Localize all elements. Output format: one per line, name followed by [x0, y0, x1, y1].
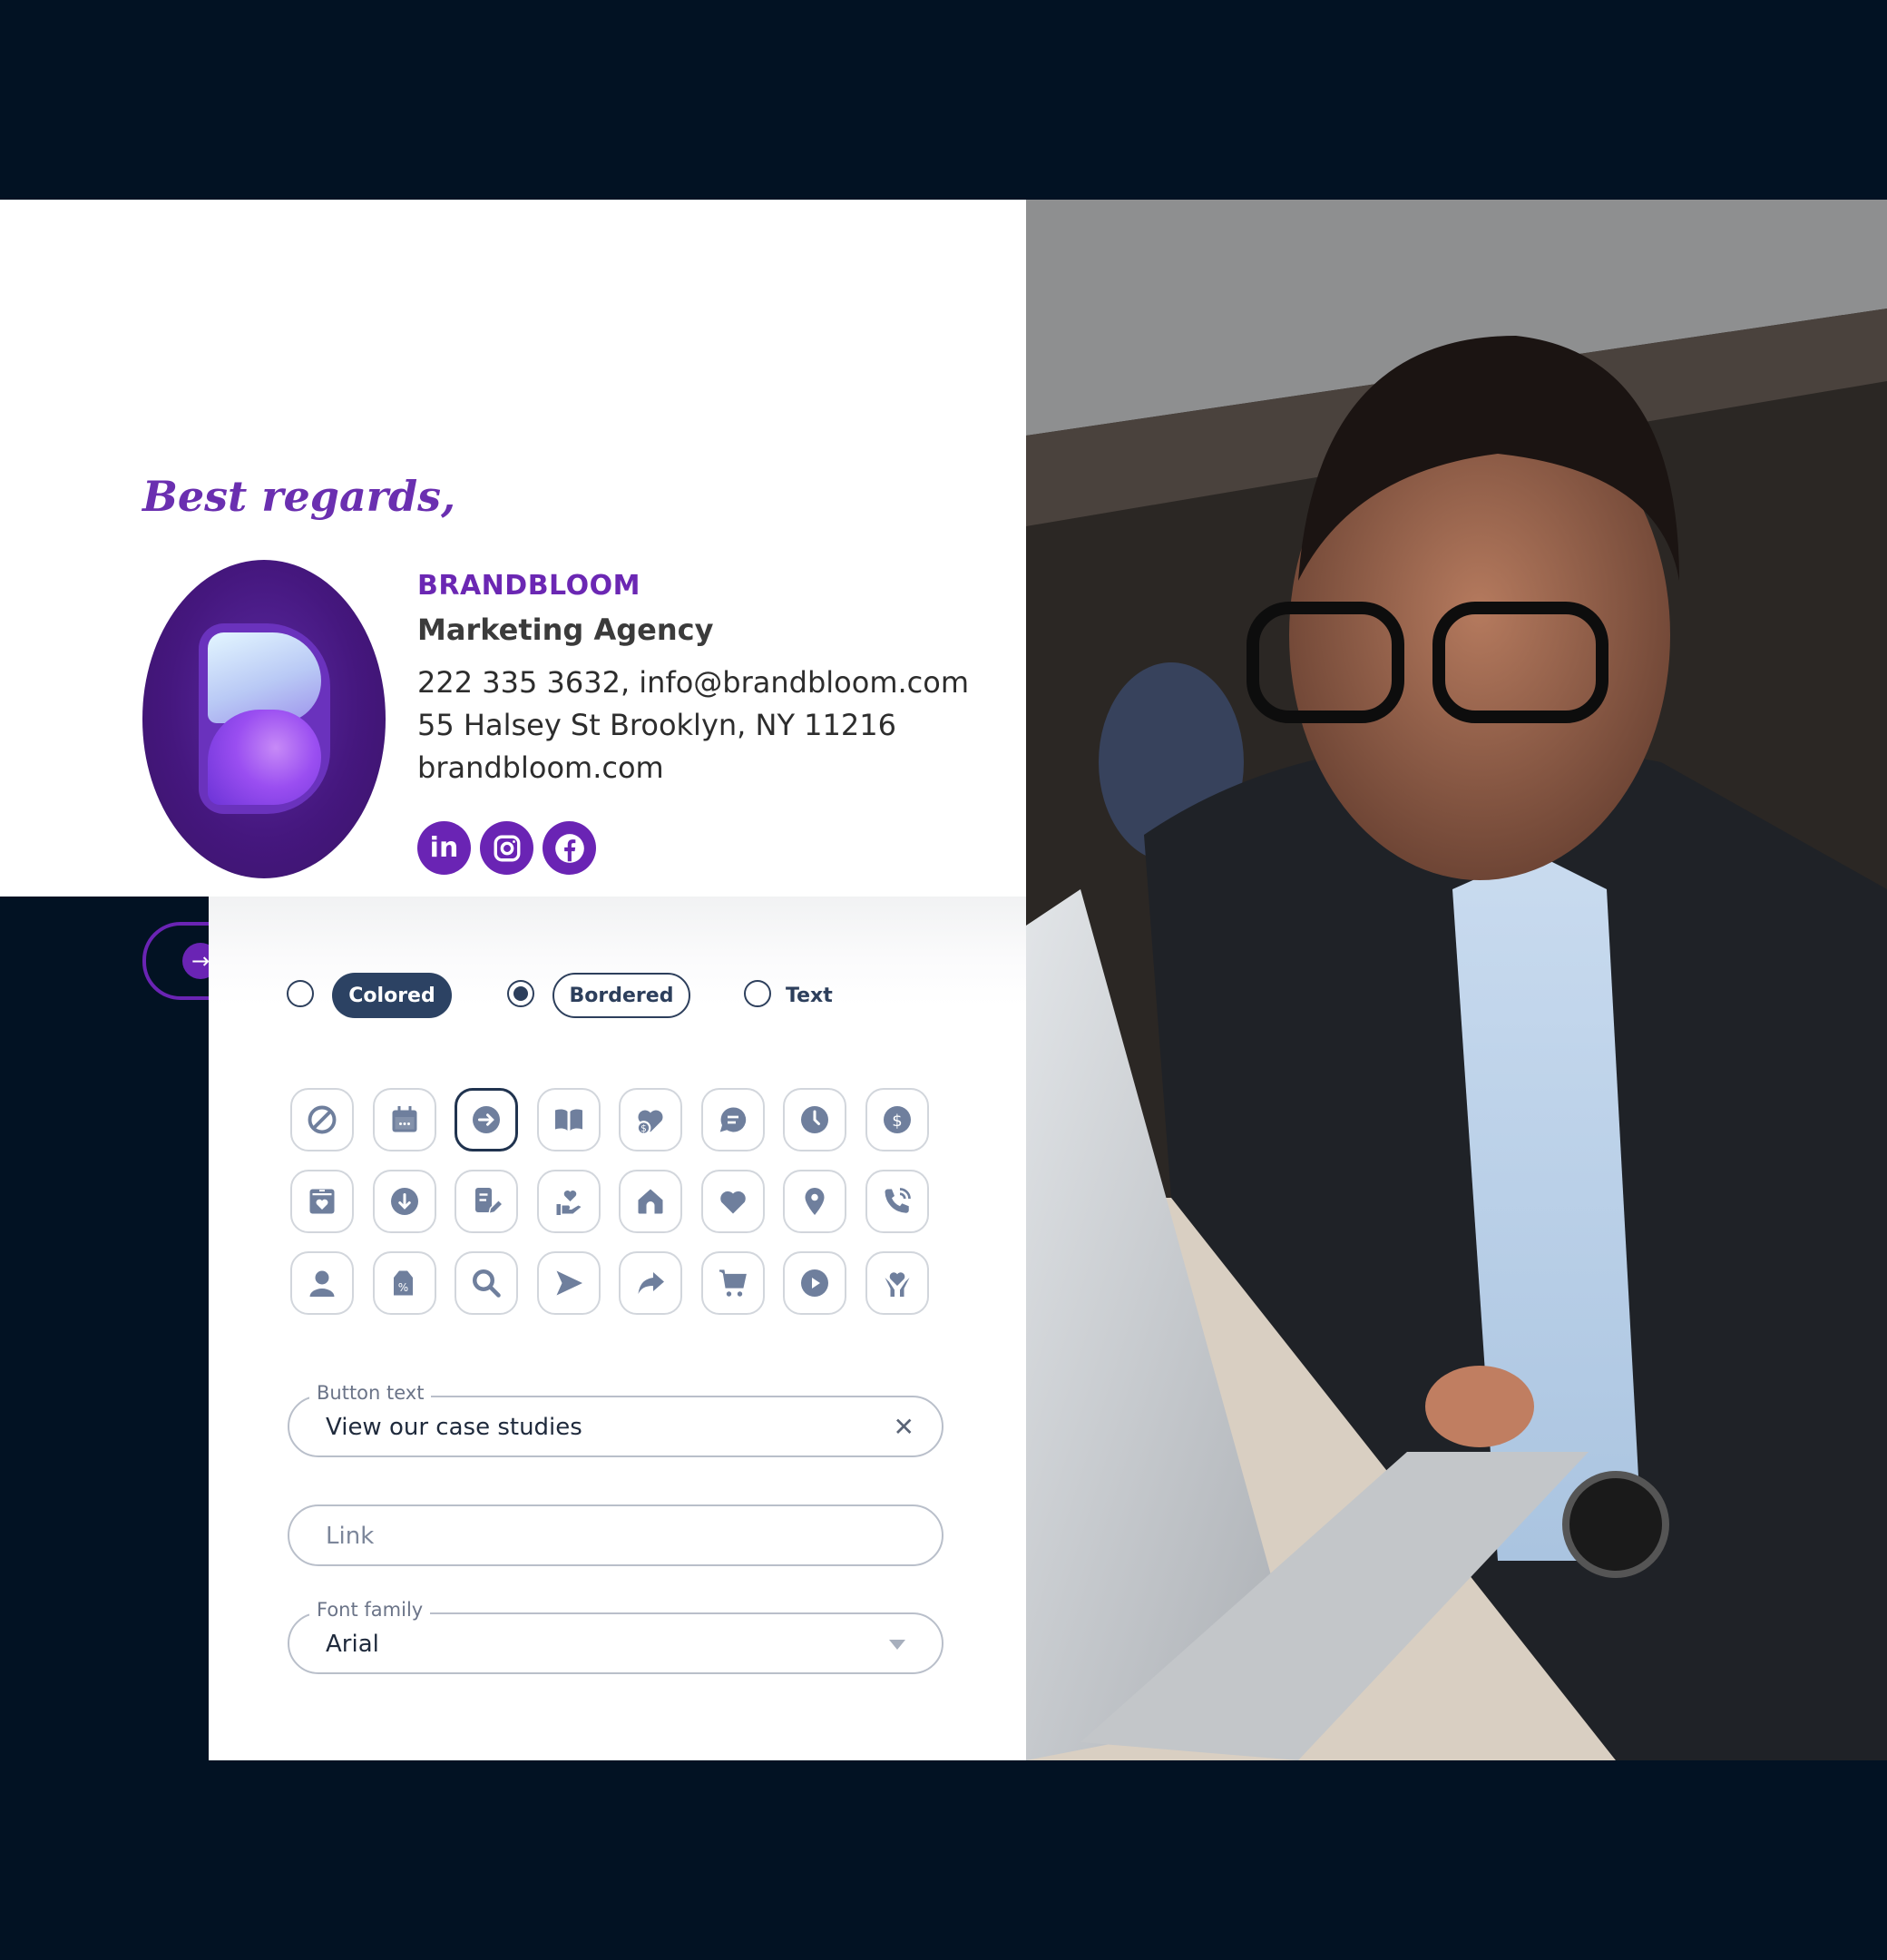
none-icon[interactable] — [290, 1088, 354, 1152]
brand-logo — [142, 560, 386, 878]
clock-icon[interactable] — [783, 1088, 846, 1152]
arrow-down-circle-icon[interactable] — [372, 1170, 436, 1233]
svg-text:%: % — [397, 1281, 407, 1294]
price-tag-percent-icon[interactable]: % — [372, 1251, 436, 1315]
radio-bordered[interactable] — [507, 980, 534, 1007]
website-link[interactable]: brandbloom.com — [417, 747, 969, 789]
style-bordered-label[interactable]: Bordered — [552, 973, 690, 1018]
svg-text:$: $ — [640, 1123, 647, 1134]
style-colored-label[interactable]: Colored — [332, 973, 452, 1018]
font-family-label: Font family — [309, 1599, 431, 1621]
company-name: BRANDBLOOM — [417, 570, 640, 602]
phone-call-icon[interactable] — [865, 1170, 929, 1233]
greeting-text: Best regards, — [142, 472, 456, 521]
radio-colored[interactable] — [287, 980, 314, 1007]
svg-text:$: $ — [892, 1112, 902, 1131]
calendar-icon[interactable] — [372, 1088, 436, 1152]
email-signature-preview: Best regards, BRANDBLOOM Marketing Agenc… — [0, 200, 1026, 1000]
button-text-field[interactable]: Button text View our case studies ✕ — [288, 1382, 944, 1457]
link-input[interactable]: Link — [326, 1523, 374, 1550]
clear-icon[interactable]: ✕ — [894, 1412, 914, 1442]
arrow-right-circle-icon[interactable] — [455, 1088, 518, 1152]
heart-dollar-icon[interactable]: $ — [619, 1088, 682, 1152]
gift-box-heart-icon[interactable] — [290, 1170, 354, 1233]
user-icon[interactable] — [290, 1251, 354, 1315]
icon-picker: $ $ % — [290, 1088, 929, 1315]
share-arrow-icon[interactable] — [619, 1251, 682, 1315]
book-open-icon[interactable] — [536, 1088, 601, 1152]
contact-line: 222 335 3632, info@brandbloom.com — [417, 665, 970, 700]
home-icon[interactable] — [619, 1170, 682, 1233]
linkedin-icon[interactable]: in — [417, 821, 471, 875]
company-tagline: Marketing Agency — [417, 612, 714, 647]
button-text-input[interactable]: View our case studies — [326, 1414, 582, 1441]
social-links: in — [417, 821, 596, 875]
style-text-label[interactable]: Text — [786, 973, 858, 1018]
hands-heart-icon[interactable] — [865, 1251, 929, 1315]
map-pin-icon[interactable] — [783, 1170, 846, 1233]
chevron-down-icon[interactable] — [889, 1640, 905, 1650]
signature-info: BRANDBLOOM Marketing Agency 222 335 3632… — [417, 570, 969, 789]
font-family-value: Arial — [326, 1631, 379, 1658]
shopping-cart-icon[interactable] — [700, 1251, 765, 1315]
search-icon[interactable] — [455, 1251, 518, 1315]
play-circle-icon[interactable] — [783, 1251, 846, 1315]
dollar-circle-icon[interactable]: $ — [865, 1088, 929, 1152]
hand-heart-icon[interactable] — [536, 1170, 601, 1233]
address-line: 55 Halsey St Brooklyn, NY 11216 — [417, 708, 896, 742]
photo-illustration — [1026, 200, 1887, 1760]
send-icon[interactable] — [536, 1251, 601, 1315]
link-field[interactable]: Link — [288, 1504, 944, 1566]
chat-bubble-icon[interactable] — [700, 1088, 765, 1152]
facebook-icon[interactable] — [543, 821, 596, 875]
instagram-icon[interactable] — [480, 821, 533, 875]
button-text-label: Button text — [309, 1382, 432, 1404]
document-edit-icon[interactable] — [455, 1170, 518, 1233]
heart-icon[interactable] — [700, 1170, 765, 1233]
radio-text[interactable] — [744, 980, 771, 1007]
hero-photo — [1026, 200, 1887, 1760]
button-style-options: Colored Bordered Text — [287, 973, 976, 1020]
font-family-select[interactable]: Font family Arial — [288, 1599, 944, 1674]
